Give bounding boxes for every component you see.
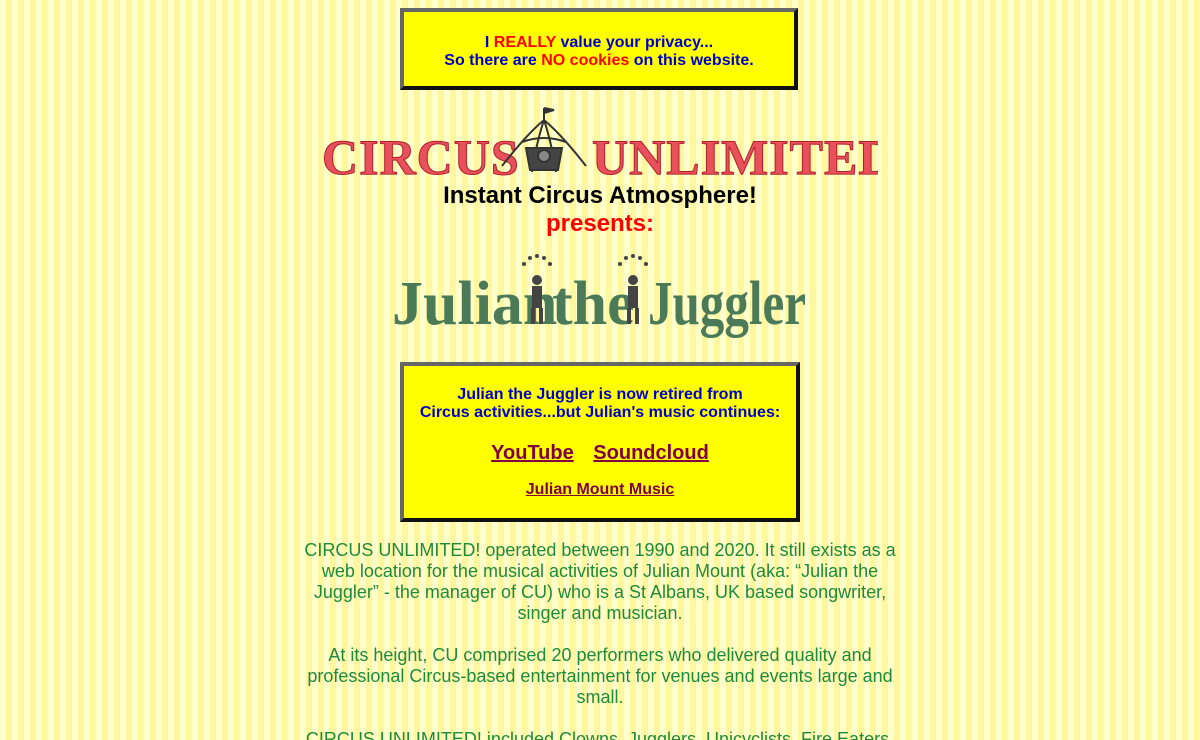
logo-word-juggler: Juggler xyxy=(648,270,806,338)
logo-word-circus: CIRCUS xyxy=(322,129,520,184)
about-paragraph: At its height, CU comprised 20 performer… xyxy=(307,645,893,707)
youtube-link[interactable]: YouTube xyxy=(491,442,574,464)
music-links: YouTube Soundcloud xyxy=(404,442,796,465)
soundcloud-link[interactable]: Soundcloud xyxy=(593,442,709,464)
privacy-line-2: So there are NO cookies on this website. xyxy=(444,52,754,69)
about-paragraph: CIRCUS UNLIMITED! operated between 1990 … xyxy=(304,540,896,623)
logo-word-unlimited: UNLIMITED! xyxy=(592,129,878,184)
privacy-notice-box: I REALLY value your privacy... So there … xyxy=(400,8,798,90)
julian-mount-music-link[interactable]: Julian Mount Music xyxy=(526,481,674,498)
presents-label: presents: xyxy=(545,210,655,237)
music-info-box: Julian the Juggler is now retired from C… xyxy=(400,362,800,522)
about-text: CIRCUS UNLIMITED! operated between 1990 … xyxy=(300,540,900,740)
privacy-emphasis-no-cookies: NO cookies xyxy=(541,52,630,69)
circus-unlimited-logo: CIRCUS UNLIMITED! xyxy=(322,107,878,184)
privacy-line-1: I REALLY value your privacy... xyxy=(484,34,714,51)
retired-notice-line-1: Julian the Juggler is now retired from xyxy=(457,386,743,403)
retired-notice: Julian the Juggler is now retired from C… xyxy=(404,386,796,422)
logo-word-the: the xyxy=(552,270,635,338)
julian-mount-music-row: Julian Mount Music xyxy=(404,481,796,499)
julian-the-juggler-logo: Julian the Juggler xyxy=(392,254,806,338)
privacy-emphasis-really: REALLY xyxy=(493,34,557,51)
tagline: Instant Circus Atmosphere! xyxy=(443,182,757,209)
retired-notice-line-2: Circus activities...but Julian's music c… xyxy=(419,404,781,421)
about-paragraph: CIRCUS UNLIMITED! included Clowns, Juggl… xyxy=(305,729,895,740)
